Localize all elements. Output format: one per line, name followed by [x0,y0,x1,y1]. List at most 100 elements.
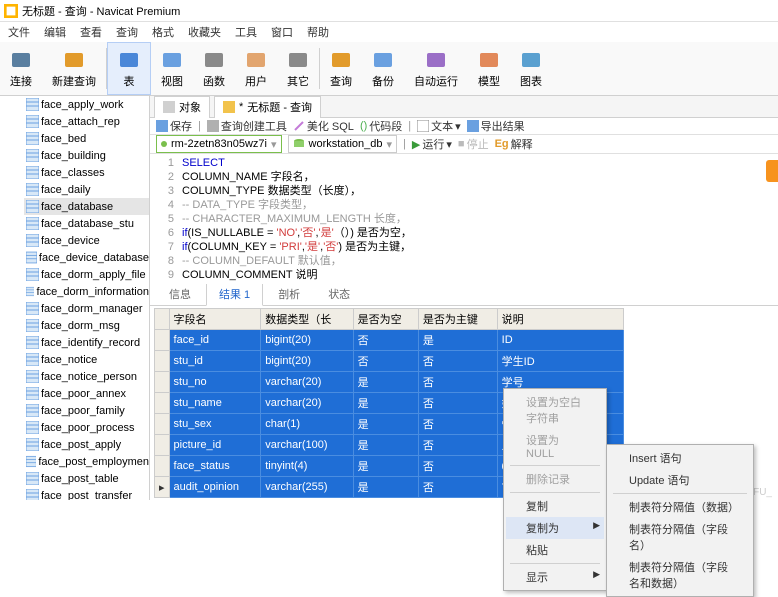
tree-item[interactable]: face_classes [24,164,149,181]
tree-item[interactable]: face_poor_annex [24,385,149,402]
grid-cell[interactable]: 是 [353,372,418,393]
tool-chart[interactable]: 图表 [510,42,552,95]
grid-cell[interactable]: 是 [353,393,418,414]
grid-cell[interactable]: 否 [353,351,418,372]
grid-cell[interactable]: bigint(20) [261,351,353,372]
row-handle[interactable] [155,351,170,372]
row-handle[interactable] [155,456,170,477]
grid-cell[interactable]: 否 [353,330,418,351]
run-button[interactable]: ▶运行 ▾ [412,136,452,152]
tool-other[interactable]: 其它 [277,42,319,95]
tree-item[interactable]: face_database_stu [24,215,149,232]
tree-item[interactable]: face_daily [24,181,149,198]
tree-item[interactable]: face_notice_person [24,368,149,385]
column-header[interactable]: 是否为空 [353,309,418,330]
grid-cell[interactable]: 否 [418,393,497,414]
tree-item[interactable]: face_dorm_apply_file [24,266,149,283]
menu-file[interactable]: 文件 [8,24,30,40]
tool-table[interactable]: 表 [107,42,151,95]
tree-item[interactable]: face_identify_record [24,334,149,351]
tool-user[interactable]: 用户 [235,42,277,95]
beautify-button[interactable]: 美化 SQL [293,118,354,134]
grid-cell[interactable]: ID [497,330,623,351]
sql-editor[interactable]: 1SELECT2 COLUMN_NAME 字段名，3 COLUMN_TYPE 数… [150,154,778,284]
menu-item[interactable]: 制表符分隔值（字段名和数据） [609,556,751,594]
grid-cell[interactable]: stu_id [169,351,261,372]
grid-cell[interactable]: tinyint(4) [261,456,353,477]
tree-item[interactable]: face_building [24,147,149,164]
menu-help[interactable]: 帮助 [307,24,329,40]
grid-cell[interactable]: face_id [169,330,261,351]
tool-query[interactable]: 查询 [320,42,362,95]
grid-cell[interactable]: 否 [418,456,497,477]
row-handle[interactable]: ▸ [155,477,170,498]
grid-cell[interactable]: 否 [418,351,497,372]
column-header[interactable]: 数据类型（长 [261,309,353,330]
row-handle[interactable] [155,435,170,456]
tool-auto[interactable]: 自动运行 [404,42,468,95]
row-handle[interactable] [155,330,170,351]
grid-cell[interactable]: char(1) [261,414,353,435]
grid-cell[interactable]: varchar(20) [261,393,353,414]
grid-cell[interactable]: varchar(255) [261,477,353,498]
grid-cell[interactable]: 是 [353,435,418,456]
tree-item[interactable]: face_bed [24,130,149,147]
context-submenu[interactable]: Insert 语句Update 语句制表符分隔值（数据）制表符分隔值（字段名）制… [606,444,754,597]
menu-query[interactable]: 查询 [116,24,138,40]
grid-cell[interactable]: 学生ID [497,351,623,372]
tree-item[interactable]: face_device [24,232,149,249]
grid-cell[interactable]: 否 [418,435,497,456]
menu-item[interactable]: 复制 [506,495,604,517]
column-header[interactable]: 说明 [497,309,623,330]
tree-item[interactable]: face_post_apply [24,436,149,453]
tree-item[interactable]: face_dorm_manager [24,300,149,317]
context-menu[interactable]: 设置为空白字符串设置为 NULL删除记录复制复制为▶粘贴显示▶ [503,388,607,591]
menu-format[interactable]: 格式 [152,24,174,40]
menu-item[interactable]: 制表符分隔值（数据） [609,496,751,518]
grid-cell[interactable]: 是 [418,330,497,351]
tab-objects[interactable]: 对象 [154,96,210,118]
explain-button[interactable]: Eg解释 [495,136,533,152]
code-seg-button[interactable]: ()代码段 [360,118,402,134]
tab-profile[interactable]: 剖析 [265,282,313,305]
grid-cell[interactable]: 否 [418,477,497,498]
grid-cell[interactable]: stu_name [169,393,261,414]
grid-cell[interactable]: 否 [418,372,497,393]
row-handle[interactable] [155,393,170,414]
tab-query[interactable]: * 无标题 - 查询 [214,96,321,118]
tool-fx[interactable]: 函数 [193,42,235,95]
tool-backup[interactable]: 备份 [362,42,404,95]
column-header[interactable]: 是否为主键 [418,309,497,330]
menu-item[interactable]: 制表符分隔值（字段名） [609,518,751,556]
menu-item[interactable]: 复制为▶ [506,517,604,539]
tree-item[interactable]: face_dorm_information [24,283,149,300]
tool-plug[interactable]: 连接 [0,42,42,95]
connection-combo[interactable]: rm-2zetn83n05wz7i▾ [156,135,282,153]
menu-item[interactable]: Update 语句 [609,469,751,491]
grid-cell[interactable]: 否 [418,414,497,435]
tree-item[interactable]: face_device_database [24,249,149,266]
tool-view[interactable]: 视图 [151,42,193,95]
tab-status[interactable]: 状态 [315,282,363,305]
menu-window[interactable]: 窗口 [271,24,293,40]
grid-cell[interactable]: stu_no [169,372,261,393]
tree-item[interactable]: face_database [24,198,149,215]
save-button[interactable]: 保存 [156,118,192,134]
row-handle[interactable] [155,372,170,393]
export-button[interactable]: 导出结果 [467,118,525,134]
text-button[interactable]: 文本 ▾ [417,118,461,134]
grid-row[interactable]: face_idbigint(20)否是ID [155,330,624,351]
grid-cell[interactable]: stu_sex [169,414,261,435]
tab-result[interactable]: 结果 1 [206,282,263,306]
menu-view[interactable]: 查看 [80,24,102,40]
tree-item[interactable]: face_apply_work [24,96,149,113]
database-combo[interactable]: workstation_db▾ [288,135,398,153]
menu-item[interactable]: Insert 语句 [609,447,751,469]
tree-item[interactable]: face_attach_rep [24,113,149,130]
tree-item[interactable]: face_post_table [24,470,149,487]
tree-item[interactable]: face_poor_process [24,419,149,436]
grid-cell[interactable]: bigint(20) [261,330,353,351]
grid-cell[interactable]: varchar(20) [261,372,353,393]
grid-cell[interactable]: varchar(100) [261,435,353,456]
tool-newq[interactable]: 新建查询 [42,42,106,95]
